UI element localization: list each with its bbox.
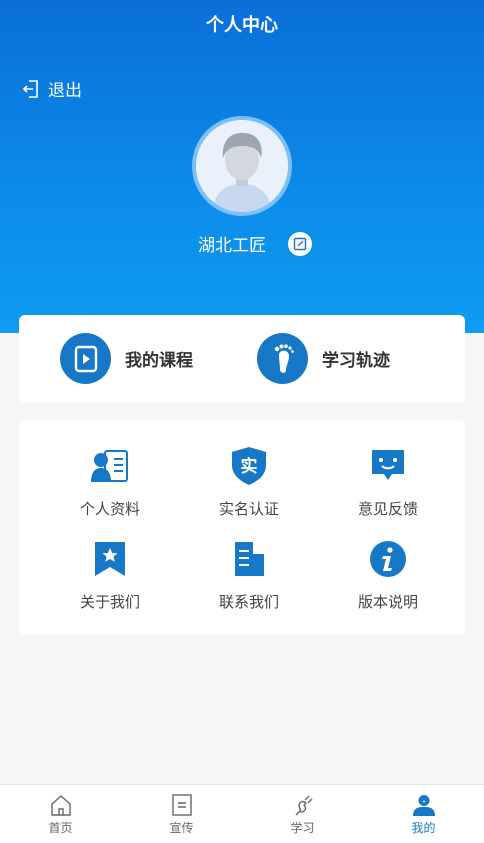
play-book-icon [60,333,111,384]
tab-label: 我的 [411,821,436,835]
home-icon [50,795,71,816]
logout-label: 退出 [48,81,82,101]
menu-grid-card: 个人资料 实 实名认证 意见反馈 关于我们 联系我们 版本说明 [19,420,465,635]
profile-card-icon [90,446,130,486]
menu-item-label: 版本说明 [357,593,418,611]
edit-icon [293,237,307,250]
menu-item-label: 联系我们 [218,593,279,611]
user-icon [412,795,435,816]
menu-item-version[interactable]: 版本说明 [328,539,448,612]
page-title: 个人中心 [206,15,278,36]
logout-button[interactable]: 退出 [22,76,82,101]
menu-item-contact[interactable]: 联系我们 [189,539,309,612]
learning-track-link[interactable]: 学习轨迹 [257,333,390,384]
edit-profile-button[interactable] [288,231,312,256]
username: 湖北工匠 [198,236,266,256]
menu-item-label: 意见反馈 [357,500,418,518]
logout-icon [22,79,38,98]
tab-mine[interactable]: 我的 [363,785,484,843]
my-courses-link[interactable]: 我的课程 [60,333,193,384]
default-avatar-icon [196,120,288,212]
menu-item-verification[interactable]: 实 实名认证 [189,446,309,519]
plug-icon [295,795,312,816]
avatar[interactable] [192,116,292,216]
tab-promotion[interactable]: 宣传 [121,785,242,843]
shield-verify-icon: 实 [229,446,269,486]
document-icon [171,794,192,816]
menu-item-label: 实名认证 [218,500,279,518]
menu-item-profile[interactable]: 个人资料 [50,446,170,519]
footprint-icon [257,333,308,384]
tab-label: 宣传 [169,821,194,835]
menu-item-about[interactable]: 关于我们 [50,539,170,612]
tab-label: 学习 [290,821,315,835]
quick-links-card: 我的课程 学习轨迹 [19,315,465,403]
info-icon [368,539,408,579]
username-row: 湖北工匠 [0,231,484,256]
menu-item-label: 关于我们 [79,593,140,611]
bottom-tab-bar: 首页 宣传 学习 我的 [0,784,484,843]
tab-label: 首页 [48,821,73,835]
bookmark-star-icon [90,539,130,579]
learning-track-label: 学习轨迹 [322,351,390,371]
menu-item-label: 个人资料 [79,500,140,518]
menu-item-feedback[interactable]: 意见反馈 [328,446,448,519]
feedback-chat-icon [368,446,408,486]
tab-home[interactable]: 首页 [0,785,121,843]
my-courses-label: 我的课程 [125,351,193,371]
svg-text:实: 实 [241,456,258,477]
tab-study[interactable]: 学习 [242,785,363,843]
building-icon [229,539,269,579]
